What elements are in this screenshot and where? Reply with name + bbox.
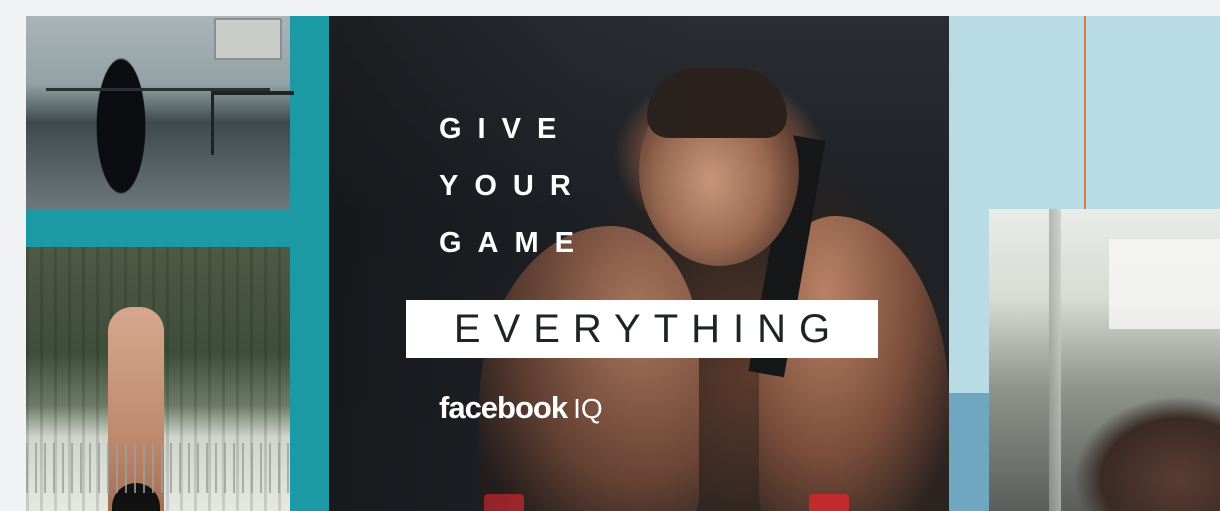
hero-photo-athlete: GIVE YOUR GAME EVERYTHING facebook IQ [329, 16, 949, 511]
photo-gymnast-handstand [26, 247, 290, 511]
ad-banner: GIVE YOUR GAME EVERYTHING facebook IQ [0, 0, 1220, 511]
gym-post [1049, 209, 1061, 511]
highlight-word: EVERYTHING [453, 306, 844, 351]
wall-poster [214, 18, 282, 60]
headline-line-1: GIVE [439, 113, 573, 145]
bright-window [1109, 239, 1220, 329]
photo-athlete-bright-gym [989, 209, 1220, 511]
headline-line-3: GAME [439, 227, 590, 259]
parallel-bars [211, 91, 294, 155]
headline: GIVE YOUR GAME [439, 114, 590, 278]
railing [26, 443, 290, 493]
brand-logo: facebook IQ [439, 390, 603, 426]
headline-line-2: YOUR [439, 170, 587, 202]
brand-suffix: IQ [573, 393, 603, 424]
highlight-box: EVERYTHING [406, 300, 878, 358]
hero-shade-overlay [329, 16, 949, 511]
brand-name: facebook [439, 390, 568, 425]
photo-athlete-legs-gym [26, 16, 294, 209]
accent-line [1084, 16, 1086, 209]
